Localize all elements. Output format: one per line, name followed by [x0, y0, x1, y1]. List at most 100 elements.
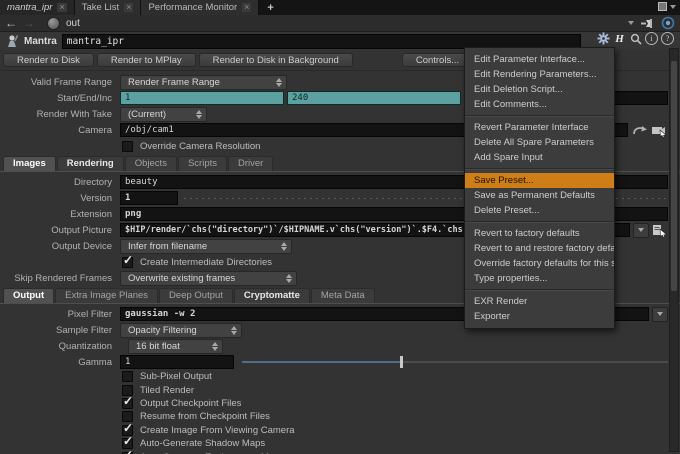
tab-scripts[interactable]: Scripts	[178, 156, 227, 171]
pixel-filter-presets-caret[interactable]	[652, 307, 668, 322]
version-field[interactable]: 1	[120, 191, 178, 205]
param-label: Version	[0, 193, 120, 204]
output-device-dropdown[interactable]: Infer from filename	[120, 239, 292, 254]
pane-menu-caret-icon[interactable]	[670, 5, 676, 9]
select-camera-icon[interactable]	[651, 124, 668, 137]
menu-item-override-factory-defaults[interactable]: Override factory defaults for this sessi…	[465, 256, 614, 271]
menu-item-revert-restore-factory-defaults[interactable]: Revert to and restore factory defaults	[465, 241, 614, 256]
skip-rendered-dropdown[interactable]: Overwrite existing frames	[120, 271, 297, 286]
param-label: Valid Frame Range	[0, 77, 120, 88]
pane-maximize-icon[interactable]	[658, 2, 667, 11]
menu-item-revert-parameter-interface[interactable]: Revert Parameter Interface	[465, 120, 614, 135]
pane-tab-performance-monitor[interactable]: Performance Monitor ×	[141, 0, 259, 15]
info-icon[interactable]: i	[645, 32, 658, 45]
scrollbar[interactable]	[669, 48, 679, 452]
gear-context-menu: Edit Parameter Interface... Edit Renderi…	[464, 47, 615, 329]
parameter-pane-toolbar: H i ?	[597, 32, 674, 45]
tab-output[interactable]: Output	[3, 288, 54, 303]
forward-arrow-icon[interactable]: →	[23, 17, 35, 29]
pane-tab-take-list[interactable]: Take List ×	[75, 0, 142, 15]
pane-tab-mantra-ipr[interactable]: mantra_ipr ×	[0, 0, 75, 15]
pane-tab-label: Performance Monitor	[148, 2, 237, 13]
menu-separator	[465, 221, 614, 223]
render-with-take-dropdown[interactable]: (Current)	[120, 107, 207, 122]
quantization-dropdown[interactable]: 16 bit float	[128, 339, 223, 354]
override-camera-resolution-checkbox[interactable]: ✓	[122, 141, 133, 152]
path-history-caret-icon[interactable]	[628, 21, 634, 25]
tab-driver[interactable]: Driver	[228, 156, 273, 171]
menu-item-delete-all-spare-parameters[interactable]: Delete All Spare Parameters	[465, 135, 614, 150]
dropdown-value: Render Frame Range	[128, 77, 220, 88]
checkbox-label: Output Checkpoint Files	[140, 398, 241, 409]
menu-item-exr-render[interactable]: EXR Render	[465, 294, 614, 309]
pin-icon[interactable]	[641, 18, 654, 29]
tab-meta-data[interactable]: Meta Data	[311, 288, 375, 303]
dropdown-value: Infer from filename	[128, 241, 207, 252]
back-arrow-icon[interactable]: ←	[5, 17, 17, 29]
menu-item-add-spare-input[interactable]: Add Spare Input	[465, 150, 614, 165]
param-label: Directory	[0, 177, 120, 188]
param-auto-environment-maps: ✓ Auto-Generate Environment Maps	[0, 450, 680, 454]
close-icon[interactable]: ×	[242, 3, 251, 12]
pane-tab-bar: mantra_ipr × Take List × Performance Mon…	[0, 0, 680, 15]
menu-item-edit-comments[interactable]: Edit Comments...	[465, 97, 614, 112]
checkbox-label: Override Camera Resolution	[140, 141, 260, 152]
param-tiled-render: ✓ Tiled Render	[0, 383, 680, 396]
render-background-button[interactable]: Render to Disk in Background	[199, 53, 353, 67]
sub-pixel-output-checkbox[interactable]: ✓	[122, 371, 133, 382]
check-icon: ✓	[123, 421, 133, 435]
file-chooser-icon[interactable]	[652, 224, 668, 237]
sample-filter-dropdown[interactable]: Opacity Filtering	[120, 323, 242, 338]
render-to-mplay-button[interactable]: Render to MPlay	[97, 53, 196, 67]
scrollbar-thumb[interactable]	[671, 61, 677, 291]
menu-item-edit-deletion-script[interactable]: Edit Deletion Script...	[465, 82, 614, 97]
gamma-slider[interactable]	[242, 356, 668, 368]
network-path[interactable]: out	[66, 18, 80, 29]
param-label: Pixel Filter	[0, 309, 120, 320]
create-intermediate-checkbox[interactable]: ✓	[122, 257, 133, 268]
close-icon[interactable]: ×	[57, 3, 66, 12]
output-picture-presets-caret[interactable]	[633, 223, 649, 238]
menu-item-type-properties[interactable]: Type properties...	[465, 271, 614, 286]
tab-cryptomatte[interactable]: Cryptomatte	[234, 288, 310, 303]
valid-frame-range-dropdown[interactable]: Render Frame Range	[120, 75, 287, 90]
tab-objects[interactable]: Objects	[125, 156, 177, 171]
checkbox-label: Resume from Checkpoint Files	[140, 411, 270, 422]
param-gamma: Gamma 1	[0, 354, 680, 370]
menu-item-save-permanent-defaults[interactable]: Save as Permanent Defaults	[465, 188, 614, 203]
close-icon[interactable]: ×	[124, 3, 133, 12]
menu-item-save-preset[interactable]: Save Preset...	[465, 173, 614, 188]
check-icon: ✓	[123, 448, 133, 454]
output-checkpoint-checkbox[interactable]: ✓	[122, 398, 133, 409]
revert-arrow-icon[interactable]	[632, 124, 648, 137]
network-nav-bar: ← → out	[0, 15, 680, 32]
tab-images[interactable]: Images	[3, 156, 56, 171]
render-to-disk-button[interactable]: Render to Disk	[3, 53, 94, 67]
dropdown-value: Overwrite existing frames	[128, 273, 235, 284]
spinner-icon	[196, 110, 202, 119]
controls-button[interactable]: Controls...	[402, 53, 473, 67]
new-tab-button[interactable]: +	[259, 0, 281, 15]
tab-extra-image-planes[interactable]: Extra Image Planes	[55, 288, 158, 303]
node-type-label: Mantra	[24, 36, 57, 47]
search-icon[interactable]	[629, 32, 642, 45]
check-icon: ✓	[123, 434, 133, 448]
houdini-badge-icon[interactable]: H	[613, 32, 626, 45]
menu-item-revert-factory-defaults[interactable]: Revert to factory defaults	[465, 226, 614, 241]
help-icon[interactable]: ?	[661, 32, 674, 45]
slider-handle-icon[interactable]	[400, 356, 403, 368]
menu-item-edit-rendering-parameters[interactable]: Edit Rendering Parameters...	[465, 67, 614, 82]
start-frame-field[interactable]: 1	[120, 91, 284, 105]
menu-item-delete-preset[interactable]: Delete Preset...	[465, 203, 614, 218]
tab-rendering[interactable]: Rendering	[57, 156, 124, 171]
gear-icon[interactable]	[597, 32, 610, 45]
menu-item-exporter[interactable]: Exporter	[465, 309, 614, 324]
gamma-field[interactable]: 1	[120, 355, 234, 369]
param-label: Output Device	[0, 241, 120, 252]
tab-deep-output[interactable]: Deep Output	[159, 288, 233, 303]
dropdown-value: (Current)	[128, 109, 166, 120]
link-target-icon[interactable]	[661, 16, 675, 30]
menu-item-edit-parameter-interface[interactable]: Edit Parameter Interface...	[465, 52, 614, 67]
end-frame-field[interactable]: 240	[287, 91, 461, 105]
param-label: Render With Take	[0, 109, 120, 120]
